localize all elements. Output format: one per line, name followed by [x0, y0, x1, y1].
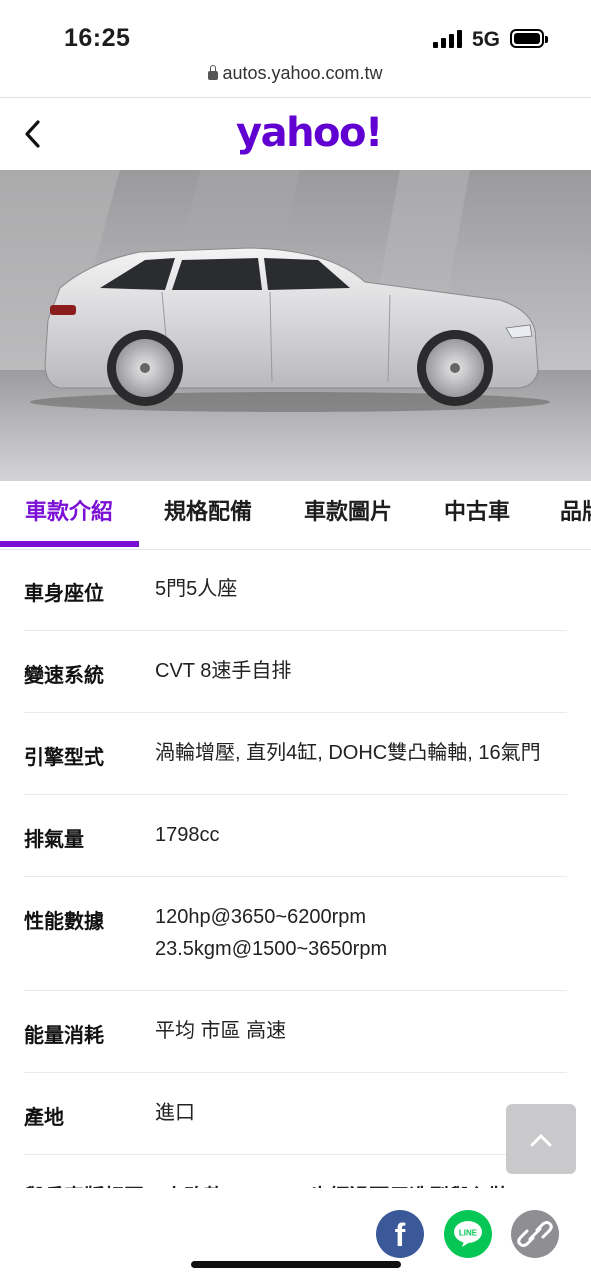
spec-row: 車身座位 5門5人座 — [24, 549, 567, 631]
active-tab-indicator — [0, 541, 139, 547]
chevron-left-icon — [25, 120, 40, 148]
spec-label: 排氣量 — [24, 829, 84, 851]
home-indicator — [191, 1261, 401, 1268]
chevron-up-icon — [530, 1134, 552, 1147]
spec-value: CVT 8速手自排 — [155, 660, 292, 682]
cellular-signal-icon — [433, 30, 463, 48]
facebook-icon: f — [395, 1217, 406, 1253]
svg-text:LINE: LINE — [459, 1229, 478, 1238]
yahoo-logo[interactable]: yahoo! — [236, 110, 383, 156]
back-button[interactable] — [20, 116, 50, 152]
spec-value: 進口 — [155, 1102, 195, 1124]
spec-label: 引擎型式 — [24, 747, 104, 769]
section-tabs: 車款介紹 規格配備 車款圖片 中古車 品牌 — [0, 481, 591, 550]
copy-link-button[interactable] — [511, 1210, 559, 1258]
spec-value: 平均 市區 高速 — [155, 1020, 287, 1042]
spec-label: 車身座位 — [24, 583, 104, 605]
battery-icon — [510, 29, 548, 48]
spec-label: 產地 — [24, 1107, 64, 1129]
spec-label: 能量消耗 — [24, 1025, 104, 1047]
line-share-button[interactable]: LINE — [444, 1210, 492, 1258]
site-header: yahoo! — [0, 98, 591, 170]
status-time: 16:25 — [64, 24, 131, 52]
spec-label: 性能數據 — [24, 911, 104, 933]
car-hero-image — [0, 170, 591, 481]
spec-value: 120hp@3650~6200rpm — [155, 906, 367, 928]
line-icon: LINE — [454, 1221, 482, 1247]
tab-specs[interactable]: 規格配備 — [164, 481, 252, 549]
scroll-to-top-button[interactable] — [506, 1104, 576, 1174]
tab-brand[interactable]: 品牌 — [560, 481, 591, 549]
svg-text:f: f — [395, 1217, 406, 1253]
tab-used-cars[interactable]: 中古車 — [444, 481, 510, 549]
spec-row: 性能數據 120hp@3650~6200rpm 23.5kgm@1500~365… — [24, 877, 567, 991]
lock-icon — [208, 65, 219, 80]
spec-row: 能量消耗 平均 市區 高速 — [24, 991, 567, 1073]
spec-value: 渦輪增壓, 直列4缸, DOHC雙凸輪軸, 16氣門 — [155, 742, 541, 764]
link-icon — [517, 1221, 553, 1247]
status-bar: 16:25 5G — [0, 0, 591, 62]
spec-list: 車身座位 5門5人座 變速系統 CVT 8速手自排 引擎型式 渦輪增壓, 直列4… — [24, 549, 567, 1155]
url-domain: autos.yahoo.com.tw — [222, 63, 383, 83]
spec-row: 產地 進口 — [24, 1073, 567, 1155]
spec-value: 5門5人座 — [155, 578, 238, 600]
tab-car-intro[interactable]: 車款介紹 — [25, 481, 113, 549]
spec-row: 引擎型式 渦輪增壓, 直列4缸, DOHC雙凸輪軸, 16氣門 — [24, 713, 567, 795]
spec-row: 排氣量 1798cc — [24, 795, 567, 877]
network-type: 5G — [472, 28, 501, 51]
url-bar[interactable]: autos.yahoo.com.tw — [0, 62, 591, 96]
spec-row: 變速系統 CVT 8速手自排 — [24, 631, 567, 713]
facebook-share-button[interactable]: f — [376, 1210, 424, 1258]
spec-label: 變速系統 — [24, 665, 104, 687]
spec-value: 1798cc — [155, 824, 220, 846]
spec-value: 23.5kgm@1500~3650rpm — [155, 938, 388, 960]
tab-photos[interactable]: 車款圖片 — [304, 481, 392, 549]
